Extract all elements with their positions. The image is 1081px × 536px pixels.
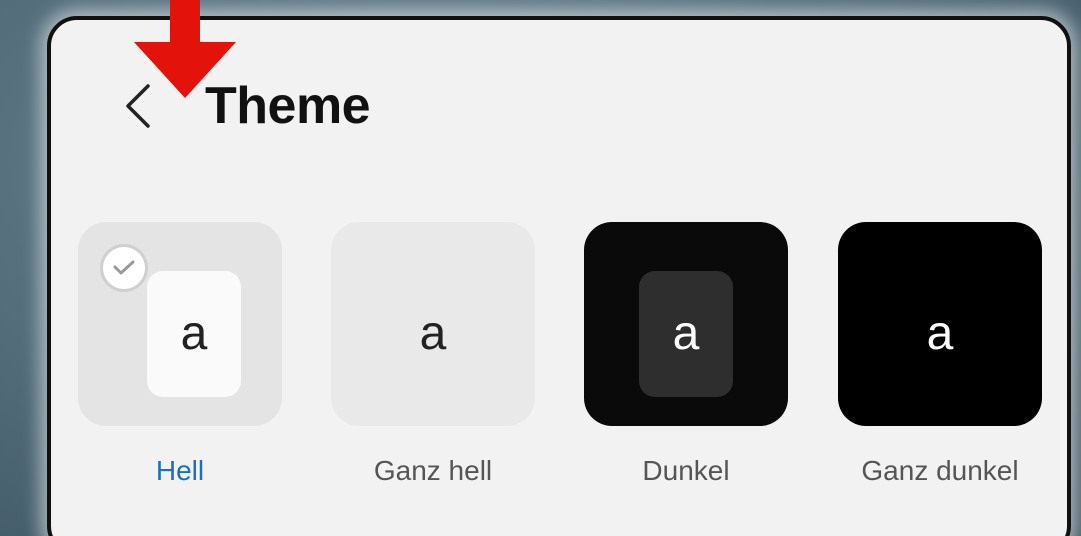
preview-card: a [147, 271, 241, 397]
theme-preview-ganz-hell: a [331, 222, 535, 426]
preview-letter: a [672, 307, 700, 360]
preview-letter: a [419, 307, 447, 360]
preview-letter: a [926, 307, 954, 360]
preview-letter: a [180, 307, 208, 360]
theme-label-hell: Hell [155, 455, 205, 486]
preview-card: a [639, 271, 733, 397]
selected-check-badge [100, 244, 148, 292]
theme-option-dunkel[interactable]: a Dunkel [584, 222, 788, 486]
theme-option-ganz-hell[interactable]: a Ganz hell [331, 222, 535, 486]
theme-option-hell[interactable]: a Hell [78, 222, 282, 486]
theme-preview-dunkel: a [584, 222, 788, 426]
theme-label-ganz-dunkel: Ganz dunkel [861, 455, 1019, 486]
theme-preview-hell: a [78, 222, 282, 426]
check-icon [113, 260, 135, 275]
theme-option-ganz-dunkel[interactable]: a Ganz dunkel [838, 222, 1042, 486]
theme-preview-ganz-dunkel: a [838, 222, 1042, 426]
theme-label-dunkel: Dunkel [642, 455, 730, 486]
arrow-down-icon [134, 0, 236, 98]
theme-label-ganz-hell: Ganz hell [373, 455, 493, 486]
